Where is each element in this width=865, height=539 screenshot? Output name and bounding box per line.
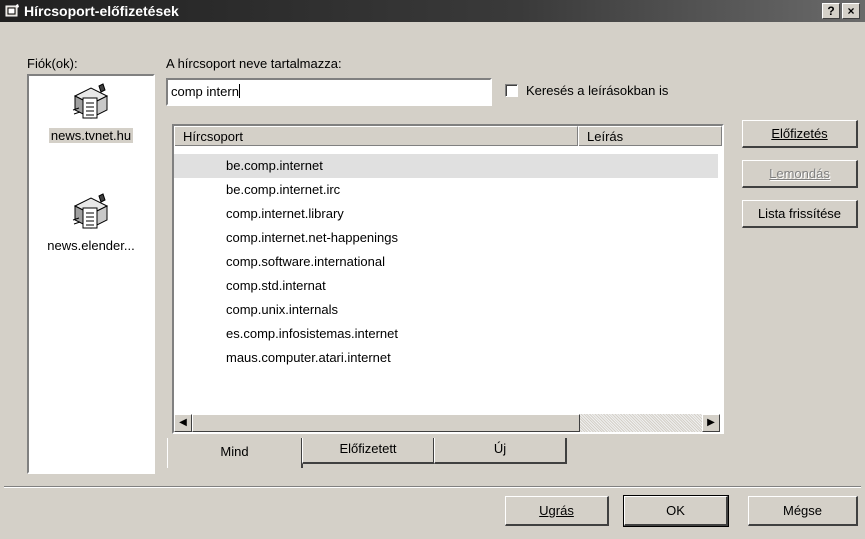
unsubscribe-button[interactable]: Lemondás: [742, 160, 858, 188]
newsgroup-list[interactable]: Hírcsoport Leírás be.comp.internet be.com…: [172, 124, 724, 434]
search-descriptions-label[interactable]: Keresés a leírásokban is: [526, 83, 668, 98]
account-name: news.tvnet.hu: [48, 128, 134, 143]
subscribe-button[interactable]: Előfizetés: [742, 120, 858, 148]
account-item[interactable]: news.elender...: [26, 192, 156, 253]
account-item[interactable]: news.tvnet.hu: [26, 82, 156, 143]
search-label: A hírcsoport neve tartalmazza:: [166, 56, 342, 71]
separator: [4, 486, 861, 488]
title-bar: Hírcsoport-előfizetések ? ×: [0, 0, 865, 22]
news-server-icon: [72, 193, 109, 229]
tab-all[interactable]: Mind: [167, 438, 303, 468]
newsgroup-row[interactable]: comp.internet.net-happenings: [174, 226, 718, 250]
tab-new[interactable]: Új: [434, 438, 567, 464]
goto-button[interactable]: Ugrás: [505, 496, 609, 526]
newsgroup-row[interactable]: comp.software.international: [174, 250, 718, 274]
newsgroup-row[interactable]: es.comp.infosistemas.internet: [174, 322, 718, 346]
accounts-list[interactable]: news.tvnet.hu news.elender...: [27, 74, 155, 474]
newsgroup-row[interactable]: be.comp.internet.irc: [174, 178, 718, 202]
column-header-description[interactable]: Leírás: [578, 126, 722, 146]
scroll-thumb[interactable]: [192, 414, 580, 432]
newsgroup-row[interactable]: comp.internet.library: [174, 202, 718, 226]
refresh-list-button[interactable]: Lista frissítése: [742, 200, 858, 228]
tab-subscribed[interactable]: Előfizetett: [302, 438, 435, 464]
newsgroup-row[interactable]: be.comp.internet: [174, 154, 718, 178]
newsgroup-row[interactable]: comp.unix.internals: [174, 298, 718, 322]
help-button[interactable]: ?: [822, 3, 840, 19]
scroll-left-button[interactable]: ◀: [174, 414, 192, 432]
horizontal-scrollbar[interactable]: ◀ ▶: [174, 414, 720, 432]
newsgroup-app-icon: [5, 4, 19, 17]
ok-button[interactable]: OK: [623, 495, 729, 527]
search-input-value: comp intern: [171, 84, 239, 99]
scroll-right-button[interactable]: ▶: [702, 414, 720, 432]
window-title: Hírcsoport-előfizetések: [24, 3, 179, 19]
cancel-button[interactable]: Mégse: [748, 496, 858, 526]
account-name: news.elender...: [47, 238, 135, 253]
search-descriptions-checkbox[interactable]: [505, 84, 518, 97]
newsgroup-row[interactable]: maus.computer.atari.internet: [174, 346, 718, 370]
text-caret: [238, 84, 240, 98]
list-header: Hírcsoport Leírás: [174, 126, 722, 146]
accounts-label: Fiók(ok):: [27, 56, 78, 71]
search-input[interactable]: comp intern: [166, 78, 492, 106]
column-header-newsgroup[interactable]: Hírcsoport: [174, 126, 578, 146]
news-server-icon: [72, 83, 109, 119]
close-button[interactable]: ×: [842, 3, 860, 19]
newsgroup-row[interactable]: comp.std.internat: [174, 274, 718, 298]
